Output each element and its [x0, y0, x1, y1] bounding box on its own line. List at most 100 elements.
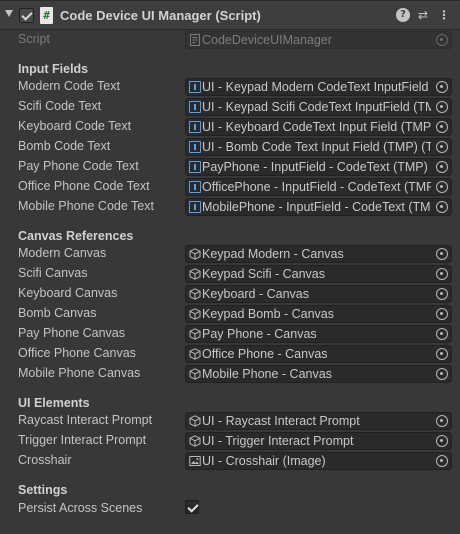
script-asset-icon	[189, 34, 201, 46]
keyboard-canvas-field[interactable]: Keyboard - Canvas	[185, 285, 452, 303]
crosshair-value: UI - Crosshair (Image)	[202, 454, 326, 468]
trigger-interact-prompt-field[interactable]: UI - Trigger Interact Prompt	[185, 432, 452, 450]
input-icon	[189, 101, 201, 113]
canvas-icon	[189, 368, 201, 380]
object-picker-icon[interactable]	[436, 81, 448, 93]
mobile-phone-code-text-value: MobilePhone - InputField - CodeText (TMP…	[202, 200, 431, 214]
keyboard-code-text-field[interactable]: UI - Keyboard CodeText Input Field (TMP)	[185, 118, 452, 136]
modern-code-text-label: Modern Code Text	[18, 79, 120, 93]
object-picker-icon[interactable]	[436, 415, 448, 427]
keyboard-code-text-value: UI - Keyboard CodeText Input Field (TMP)	[202, 120, 431, 134]
foldout-arrow-icon[interactable]	[5, 10, 13, 17]
scifi-canvas-field[interactable]: Keypad Scifi - Canvas	[185, 265, 452, 283]
mobile-phone-canvas-value: Mobile Phone - Canvas	[202, 367, 332, 381]
context-menu-icon[interactable]: ⋮	[437, 8, 451, 22]
modern-canvas-field[interactable]: Keypad Modern - Canvas	[185, 245, 452, 263]
input-icon	[189, 141, 201, 153]
canvas-icon	[189, 288, 201, 300]
input-icon	[189, 161, 201, 173]
keyboard-canvas-label: Keyboard Canvas	[18, 286, 118, 300]
help-icon[interactable]: ?	[396, 8, 410, 22]
input-icon	[189, 201, 201, 213]
object-picker-icon[interactable]	[436, 101, 448, 113]
component-header: # Code Device UI Manager (Script) ? ⇄ ⋮	[0, 0, 460, 30]
object-picker-icon[interactable]	[436, 435, 448, 447]
persist-across-scenes-checkbox[interactable]	[185, 500, 199, 514]
office-phone-code-text-label: Office Phone Code Text	[18, 179, 150, 193]
scifi-code-text-label: Scifi Code Text	[18, 99, 102, 113]
bomb-code-text-label: Bomb Code Text	[18, 139, 111, 153]
canvas-icon	[189, 308, 201, 320]
pay-phone-code-text-label: Pay Phone Code Text	[18, 159, 139, 173]
bomb-canvas-field[interactable]: Keypad Bomb - Canvas	[185, 305, 452, 323]
mobile-phone-code-text-field[interactable]: MobilePhone - InputField - CodeText (TMP…	[185, 198, 452, 216]
raycast-interact-prompt-field[interactable]: UI - Raycast Interact Prompt	[185, 412, 452, 430]
section-settings: Settings	[18, 483, 68, 497]
canvas-icon	[189, 435, 201, 447]
modern-code-text-field[interactable]: UI - Keypad Modern CodeText InputField (…	[185, 78, 452, 96]
mobile-phone-canvas-field[interactable]: Mobile Phone - Canvas	[185, 365, 452, 383]
persist-across-scenes-label: Persist Across Scenes	[18, 501, 143, 515]
script-label: Script	[18, 32, 50, 46]
bomb-canvas-label: Bomb Canvas	[18, 306, 97, 320]
object-picker-icon[interactable]	[436, 201, 448, 213]
raycast-interact-prompt-value: UI - Raycast Interact Prompt	[202, 414, 360, 428]
trigger-interact-prompt-value: UI - Trigger Interact Prompt	[202, 434, 354, 448]
bomb-code-text-field[interactable]: UI - Bomb Code Text Input Field (TMP) (T…	[185, 138, 452, 156]
modern-code-text-value: UI - Keypad Modern CodeText InputField (…	[202, 80, 431, 94]
office-phone-code-text-value: OfficePhone - InputField - CodeText (TMP…	[202, 180, 431, 194]
object-picker-icon[interactable]	[436, 141, 448, 153]
object-picker-icon[interactable]	[436, 328, 448, 340]
pay-phone-canvas-field[interactable]: Pay Phone - Canvas	[185, 325, 452, 343]
object-picker-icon[interactable]	[436, 288, 448, 300]
scifi-canvas-value: Keypad Scifi - Canvas	[202, 267, 325, 281]
section-input-fields: Input Fields	[18, 62, 89, 76]
presets-icon[interactable]: ⇄	[416, 8, 430, 22]
object-picker-icon[interactable]	[436, 268, 448, 280]
office-phone-canvas-field[interactable]: Office Phone - Canvas	[185, 345, 452, 363]
script-icon: #	[40, 7, 53, 24]
section-canvas-references: Canvas References	[18, 229, 134, 243]
component-enabled-checkbox[interactable]	[19, 8, 34, 23]
canvas-icon	[189, 268, 201, 280]
office-phone-canvas-label: Office Phone Canvas	[18, 346, 136, 360]
scifi-code-text-field[interactable]: UI - Keypad Scifi CodeText InputField (T…	[185, 98, 452, 116]
trigger-interact-prompt-label: Trigger Interact Prompt	[18, 433, 147, 447]
pay-phone-canvas-label: Pay Phone Canvas	[18, 326, 126, 340]
section-ui-elements: UI Elements	[18, 396, 90, 410]
mobile-phone-canvas-label: Mobile Phone Canvas	[18, 366, 141, 380]
canvas-icon	[189, 415, 201, 427]
object-picker-icon[interactable]	[436, 368, 448, 380]
object-picker-icon[interactable]	[436, 348, 448, 360]
pay-phone-code-text-value: PayPhone - InputField - CodeText (TMP)	[202, 160, 428, 174]
pay-phone-canvas-value: Pay Phone - Canvas	[202, 327, 317, 341]
canvas-icon	[189, 348, 201, 360]
input-icon	[189, 181, 201, 193]
bomb-code-text-value: UI - Bomb Code Text Input Field (TMP) (T…	[202, 140, 431, 154]
object-picker-icon[interactable]	[436, 308, 448, 320]
object-picker-icon[interactable]	[436, 161, 448, 173]
crosshair-field[interactable]: UI - Crosshair (Image)	[185, 452, 452, 470]
canvas-icon	[189, 328, 201, 340]
raycast-interact-prompt-label: Raycast Interact Prompt	[18, 413, 153, 427]
mobile-phone-code-text-label: Mobile Phone Code Text	[18, 199, 154, 213]
scifi-canvas-label: Scifi Canvas	[18, 266, 88, 280]
keyboard-canvas-value: Keyboard - Canvas	[202, 287, 310, 301]
input-icon	[189, 121, 201, 133]
keyboard-code-text-label: Keyboard Code Text	[18, 119, 132, 133]
object-picker-icon[interactable]	[436, 181, 448, 193]
object-picker-icon[interactable]	[436, 248, 448, 260]
script-field: CodeDeviceUIManager	[185, 31, 452, 49]
office-phone-canvas-value: Office Phone - Canvas	[202, 347, 328, 361]
modern-canvas-value: Keypad Modern - Canvas	[202, 247, 344, 261]
office-phone-code-text-field[interactable]: OfficePhone - InputField - CodeText (TMP…	[185, 178, 452, 196]
modern-canvas-label: Modern Canvas	[18, 246, 107, 260]
object-picker-icon	[436, 34, 448, 46]
object-picker-icon[interactable]	[436, 455, 448, 467]
canvas-icon	[189, 248, 201, 260]
object-picker-icon[interactable]	[436, 121, 448, 133]
script-value: CodeDeviceUIManager	[202, 33, 332, 47]
pay-phone-code-text-field[interactable]: PayPhone - InputField - CodeText (TMP)	[185, 158, 452, 176]
crosshair-label: Crosshair	[18, 453, 72, 467]
bomb-canvas-value: Keypad Bomb - Canvas	[202, 307, 335, 321]
